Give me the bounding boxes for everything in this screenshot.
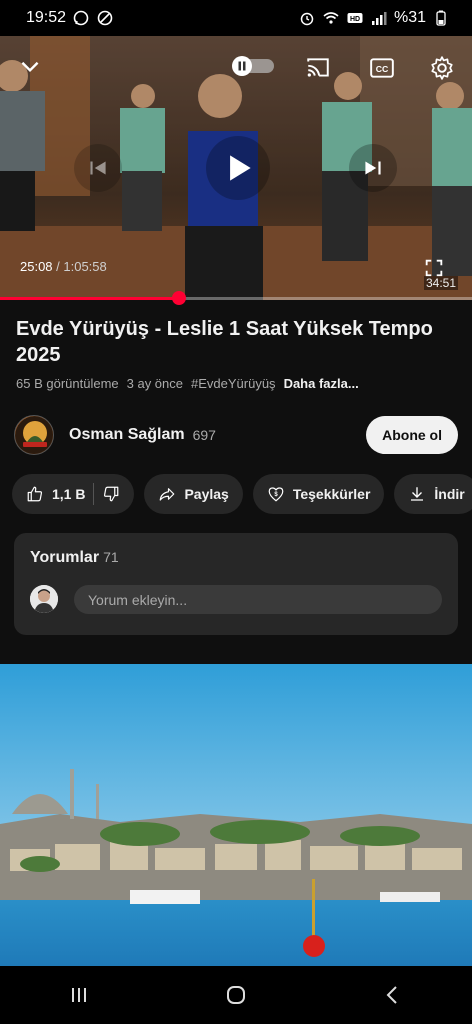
hd-icon: HD: [346, 9, 364, 27]
next-icon: [365, 161, 381, 175]
cast-icon: [307, 58, 329, 77]
comments-header: Yorumlar 71: [30, 549, 119, 567]
chevron-down-icon: [21, 61, 39, 73]
system-nav-bar: [0, 966, 472, 1024]
svg-text:CC: CC: [376, 64, 389, 74]
current-time: 25:08: [20, 259, 53, 274]
channel-logo-icon: [15, 416, 53, 454]
play-icon: [230, 155, 251, 181]
captions-icon: CC: [370, 58, 394, 78]
total-time: / 1:05:58: [52, 259, 107, 274]
status-bar: 19:52 HD %31: [0, 0, 472, 36]
status-left: 19:52: [26, 9, 114, 27]
comments-card[interactable]: Yorumlar 71 Yorum ekleyin...: [14, 533, 458, 635]
subscriber-count: 697: [192, 427, 216, 443]
thanks-button[interactable]: $ Teşekkürler: [252, 474, 385, 514]
thanks-label: Teşekkürler: [292, 486, 371, 502]
play-button[interactable]: [206, 136, 270, 200]
autoplay-toggle-icon: [232, 56, 274, 76]
time-display: 25:08 / 1:05:58: [20, 259, 107, 274]
like-count[interactable]: 1,1 B: [52, 486, 85, 502]
download-button[interactable]: İndir: [394, 474, 472, 514]
next-video-thumbnail[interactable]: [0, 664, 472, 966]
autoplay-toggle[interactable]: [230, 55, 276, 77]
thanks-icon: $: [268, 487, 284, 502]
svg-text:HD: HD: [350, 16, 360, 23]
back-icon: [386, 986, 398, 1004]
channel-row[interactable]: Osman Sağlam 697 Abone ol: [14, 414, 458, 456]
dislike-icon[interactable]: [102, 485, 120, 503]
remaining-time-overlay: 34:51: [423, 276, 458, 290]
share-icon: [160, 488, 175, 501]
subscribe-button[interactable]: Abone ol: [366, 416, 458, 454]
back-button[interactable]: [373, 975, 413, 1015]
previous-icon: [90, 161, 106, 175]
comments-title: Yorumlar: [30, 549, 100, 566]
user-avatar: [30, 585, 58, 613]
download-icon: [411, 487, 424, 501]
upload-age: 3 ay önce: [126, 376, 183, 391]
share-label: Paylaş: [184, 486, 229, 502]
video-player[interactable]: CC 25:08 / 1:05:58 34:51: [0, 36, 472, 300]
recent-apps-icon: [71, 988, 86, 1002]
battery-level: %31: [393, 9, 426, 26]
like-dislike-group: 1,1 B: [12, 474, 135, 514]
comments-count: 71: [103, 549, 119, 565]
like-divider: [93, 483, 95, 505]
home-icon: [226, 986, 245, 1004]
progress-fill: [0, 297, 180, 300]
like-icon[interactable]: [26, 485, 44, 503]
video-meta[interactable]: 65 B görüntüleme 3 ay önce #EvdeYürüyüş …: [16, 376, 359, 391]
minimize-button[interactable]: [12, 50, 48, 82]
status-time: 19:52: [26, 9, 67, 26]
next-button[interactable]: [349, 144, 397, 192]
status-right: HD %31: [298, 9, 450, 27]
user-portrait-icon: [30, 585, 58, 613]
channel-avatar[interactable]: [14, 415, 54, 455]
alarm-icon: [298, 9, 316, 27]
share-button[interactable]: Paylaş: [144, 474, 243, 514]
captions-button[interactable]: CC: [364, 52, 400, 84]
dnd-icon: [96, 9, 114, 27]
recent-apps-button[interactable]: [59, 975, 99, 1015]
hashtag-link[interactable]: #EvdeYürüyüş: [191, 376, 276, 391]
battery-icon: [432, 9, 450, 27]
view-count: 65 B görüntüleme: [16, 376, 119, 391]
actions-row: 1,1 B Paylaş $ Teşekkürler İndir: [12, 474, 472, 514]
channel-name[interactable]: Osman Sağlam: [69, 426, 185, 444]
previous-button[interactable]: [74, 144, 122, 192]
svg-text:$: $: [274, 492, 278, 498]
video-title[interactable]: Evde Yürüyüş - Leslie 1 Saat Yüksek Temp…: [16, 316, 464, 368]
istanbul-scene-image: [0, 664, 472, 966]
download-label: İndir: [434, 486, 465, 502]
wifi-icon: [322, 9, 340, 27]
whatsapp-icon: [72, 9, 90, 27]
progress-scrubber[interactable]: [172, 291, 187, 305]
progress-bar[interactable]: [0, 291, 472, 305]
more-link[interactable]: Daha fazla...: [284, 376, 359, 391]
signal-icon: [370, 9, 388, 27]
comment-input[interactable]: Yorum ekleyin...: [74, 585, 442, 614]
cast-button[interactable]: [300, 52, 336, 84]
settings-button[interactable]: [424, 52, 460, 84]
home-button[interactable]: [216, 975, 256, 1015]
settings-icon: [431, 56, 453, 80]
